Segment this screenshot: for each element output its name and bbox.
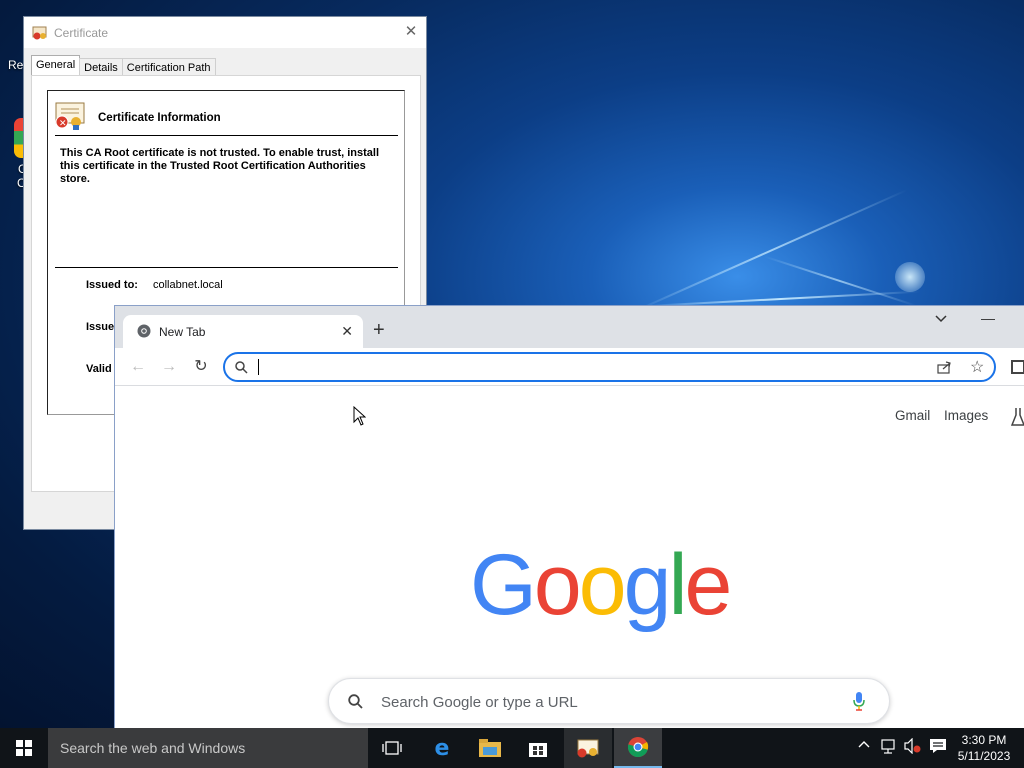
forward-icon[interactable]: →: [158, 356, 180, 378]
network-icon[interactable]: [880, 738, 898, 757]
issued-by-label: Issue: [86, 321, 115, 333]
edge-icon: e: [434, 735, 450, 761]
search-icon: [235, 361, 248, 374]
certificate-app[interactable]: [564, 728, 612, 768]
action-center-icon[interactable]: [929, 738, 947, 757]
certificate-icon: [32, 26, 47, 39]
back-icon[interactable]: ←: [127, 356, 149, 378]
logo-letter: G: [470, 537, 537, 633]
certificate-titlebar[interactable]: Certificate ✕: [24, 17, 426, 48]
store-icon: [529, 743, 547, 757]
wallpaper-glow: [895, 262, 925, 292]
mouse-cursor: [353, 406, 366, 426]
labs-flask-icon[interactable]: [1011, 407, 1024, 427]
search-placeholder: Search Google or type a URL: [381, 694, 578, 711]
certificate-error-icon: ✕: [55, 102, 85, 130]
omnibox[interactable]: ☆: [223, 352, 996, 382]
clock-time: 3:30 PM: [961, 733, 1007, 747]
clock[interactable]: 3:30 PM 5/11/2023: [955, 732, 1013, 764]
tab-general[interactable]: General: [31, 55, 81, 77]
desktop-icon-label-recycle-bin[interactable]: Re: [8, 58, 23, 72]
new-tab-plus-icon[interactable]: +: [373, 320, 385, 340]
microphone-icon[interactable]: [853, 692, 865, 711]
issued-to-value: collabnet.local: [153, 279, 223, 291]
omnibox-input[interactable]: [257, 358, 917, 376]
close-tab-icon[interactable]: ✕: [341, 323, 353, 340]
side-panel-icon[interactable]: [1011, 360, 1024, 374]
images-link[interactable]: Images: [944, 408, 988, 423]
certificate-title: Certificate: [54, 25, 109, 40]
new-tab-page: Gmail Images Google Search Google or typ…: [115, 387, 1024, 728]
taskbar-search-text: Search the web and Windows: [60, 740, 246, 756]
volume-muted-icon[interactable]: [904, 737, 922, 757]
tab-strip: New Tab ✕ + —: [115, 306, 1024, 348]
close-icon[interactable]: ✕: [402, 23, 420, 41]
tab-new-tab[interactable]: New Tab ✕: [123, 315, 363, 348]
google-logo: Google: [470, 542, 732, 628]
valid-from-label: Valid: [86, 363, 112, 375]
separator: [55, 135, 398, 136]
google-search-box[interactable]: Search Google or type a URL: [328, 678, 890, 724]
task-view-icon: [382, 741, 402, 755]
logo-letter: g: [623, 537, 672, 633]
text-caret: [258, 359, 259, 375]
edge-app[interactable]: e: [418, 728, 466, 768]
taskbar: Search the web and Windows e 3:30 PM 5/1…: [0, 728, 1024, 768]
chrome-toolbar: ← → ↻ ☆: [115, 348, 1024, 386]
store-app[interactable]: [514, 728, 562, 768]
show-hidden-icons-chevron-icon[interactable]: [858, 738, 870, 753]
logo-letter: l: [668, 537, 687, 633]
bookmark-star-icon[interactable]: ☆: [970, 357, 984, 377]
certificate-warning-text: This CA Root certificate is not trusted.…: [60, 147, 380, 185]
logo-letter: o: [533, 537, 582, 633]
svg-text:✕: ✕: [59, 119, 67, 129]
minimize-icon[interactable]: —: [981, 310, 995, 326]
reload-icon[interactable]: ↻: [190, 356, 212, 378]
task-view-button[interactable]: [368, 728, 416, 768]
file-explorer-app[interactable]: [466, 728, 514, 768]
share-icon[interactable]: [937, 360, 953, 374]
certificate-icon: [577, 739, 599, 758]
clock-date: 5/11/2023: [957, 749, 1011, 763]
taskbar-search-box[interactable]: Search the web and Windows: [48, 728, 368, 768]
chrome-window: New Tab ✕ + — ← → ↻ ☆ Gmail Images Googl…: [114, 305, 1024, 728]
chrome-app[interactable]: [614, 728, 662, 768]
chrome-icon: [137, 324, 151, 338]
issued-to-label: Issued to:: [86, 279, 138, 291]
folder-icon: [479, 739, 501, 757]
tab-title: New Tab: [159, 325, 206, 339]
windows-logo-icon: [16, 740, 32, 756]
certificate-info-title: Certificate Information: [98, 112, 221, 124]
separator: [55, 267, 398, 268]
logo-letter: o: [578, 537, 627, 633]
gmail-link[interactable]: Gmail: [895, 408, 930, 423]
logo-letter: e: [684, 537, 733, 633]
certificate-tabs: General Details Certification Path: [31, 55, 216, 77]
chrome-icon: [627, 737, 649, 758]
search-icon: [348, 694, 363, 709]
tab-search-chevron-icon[interactable]: [935, 312, 947, 328]
start-button[interactable]: [0, 728, 48, 768]
